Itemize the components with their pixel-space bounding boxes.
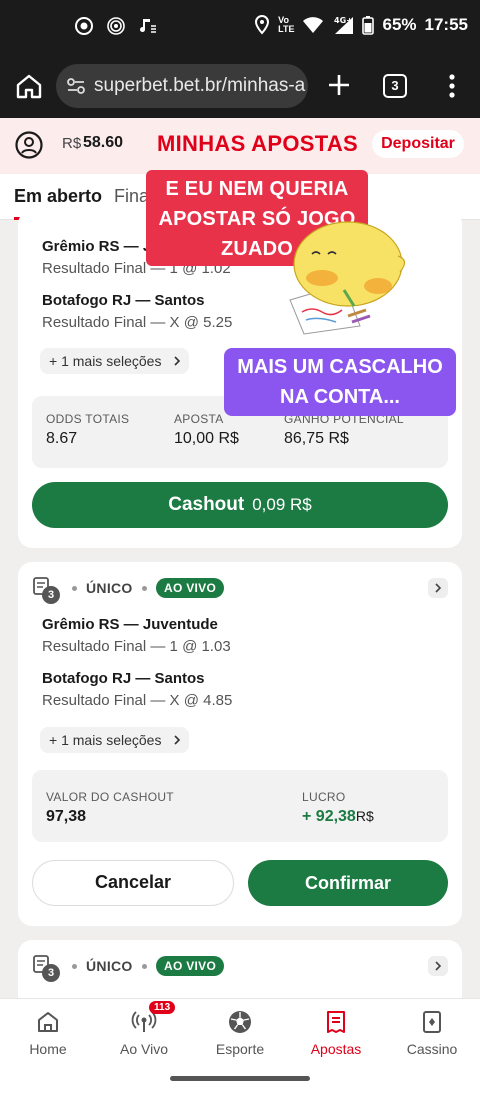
selection-market: Resultado Final — X @ 4.85	[42, 692, 233, 709]
svg-text:4G+: 4G+	[334, 16, 353, 25]
potential-win-value: 86,75 R$	[284, 430, 349, 447]
deposit-button[interactable]: Depositar	[372, 130, 464, 158]
clock: 17:55	[424, 15, 468, 34]
battery-percent: 65%	[382, 15, 417, 34]
nav-sports[interactable]: Esporte	[192, 1009, 288, 1057]
profit-label: LUCRO	[302, 790, 346, 804]
cashout-value-label: VALOR DO CASHOUT	[46, 790, 174, 804]
live-count-badge: 113	[149, 1001, 176, 1014]
live-badge: AO VIVO	[156, 578, 225, 598]
nav-casino[interactable]: Cassino	[384, 1009, 480, 1057]
browser-toolbar: superbet.bet.br/minhas-a 3	[0, 54, 480, 118]
soccer-ball-icon	[229, 1011, 251, 1033]
live-badge: AO VIVO	[156, 956, 225, 976]
bet-type: ÚNICO	[86, 580, 133, 596]
nfc-icon	[107, 17, 125, 35]
bet-slip-count: 3	[32, 576, 60, 604]
more-selections-button[interactable]: + 1 mais seleções	[40, 727, 190, 753]
url-text[interactable]: superbet.bet.br/minhas-a	[94, 75, 305, 97]
bet-type: ÚNICO	[86, 958, 133, 974]
gesture-bar	[170, 1076, 310, 1081]
duck-sticker-icon	[289, 221, 406, 335]
cashout-button[interactable]: Cashout 0,09 R$	[32, 482, 448, 528]
confirm-button[interactable]: Confirmar	[248, 860, 448, 906]
battery-icon	[362, 16, 375, 35]
user-account-icon[interactable]	[14, 130, 44, 160]
home-icon	[38, 1012, 58, 1032]
total-odds-value: 8.67	[46, 430, 78, 447]
screen-record-icon	[75, 17, 93, 35]
expand-bet-button[interactable]	[428, 956, 448, 976]
chevron-right-icon	[174, 356, 181, 366]
chevron-right-icon	[174, 735, 181, 745]
expand-bet-button[interactable]	[428, 578, 448, 598]
chevron-right-icon	[435, 961, 442, 971]
cards-icon	[423, 1011, 441, 1033]
nav-live[interactable]: 113 Ao Vivo	[96, 1001, 192, 1057]
cancel-button[interactable]: Cancelar	[32, 860, 234, 906]
browser-menu-icon[interactable]	[440, 71, 464, 101]
stake-label: APOSTA	[174, 412, 224, 426]
balance-amount: 58.60	[83, 134, 124, 151]
new-tab-icon[interactable]	[324, 70, 354, 100]
cashout-value: 97,38	[46, 808, 87, 825]
more-selections-label: + 1 mais seleções	[49, 732, 162, 748]
stake-value: 10,00 R$	[174, 430, 239, 447]
status-bar: Vo LTE 4G+ 65% 17:55	[0, 0, 480, 54]
signal-icon: 4G+	[334, 16, 354, 34]
bet-slip-count: 3	[32, 954, 60, 982]
wifi-icon	[303, 17, 324, 33]
page-title: MINHAS APOSTAS	[157, 131, 358, 156]
selection-match: Botafogo RJ — Santos	[42, 292, 205, 309]
nav-home[interactable]: Home	[0, 1009, 96, 1057]
balance-currency: R$	[62, 135, 82, 152]
cashout-summary: VALOR DO CASHOUT 97,38 LUCRO + 92,38R$	[32, 770, 448, 842]
more-selections-button[interactable]: + 1 mais seleções	[40, 348, 190, 374]
profit-value: + 92,38R$	[302, 808, 374, 825]
more-selections-label: + 1 mais seleções	[49, 353, 162, 369]
bet-card: 3 ÚNICO AO VIVO Grêmio RS — Juventude Re…	[18, 562, 462, 926]
nav-bets[interactable]: Apostas	[288, 1009, 384, 1057]
location-icon	[255, 15, 270, 35]
address-bar[interactable]: superbet.bet.br/minhas-a	[56, 64, 308, 108]
music-icon	[140, 19, 156, 33]
text-sticker-purple: MAIS UM CASCALHO NA CONTA...	[224, 348, 456, 416]
selection-market: Resultado Final — 1 @ 1.03	[42, 638, 231, 655]
tab-finished[interactable]: Fina	[114, 186, 149, 207]
volte-indicator: Vo LTE	[278, 15, 295, 34]
tab-open[interactable]: Em aberto	[14, 186, 102, 207]
total-odds-label: ODDS TOTAIS	[46, 412, 130, 426]
browser-home-icon[interactable]	[14, 71, 44, 101]
selection-match: Grêmio RS — Juventude	[42, 616, 218, 633]
chevron-right-icon	[435, 583, 442, 593]
selection-match: Botafogo RJ — Santos	[42, 670, 205, 687]
tab-switcher-button[interactable]: 3	[383, 74, 407, 98]
site-settings-icon[interactable]	[66, 76, 86, 96]
selection-market: Resultado Final — X @ 5.25	[42, 314, 233, 331]
bet-slip-icon	[327, 1011, 345, 1033]
